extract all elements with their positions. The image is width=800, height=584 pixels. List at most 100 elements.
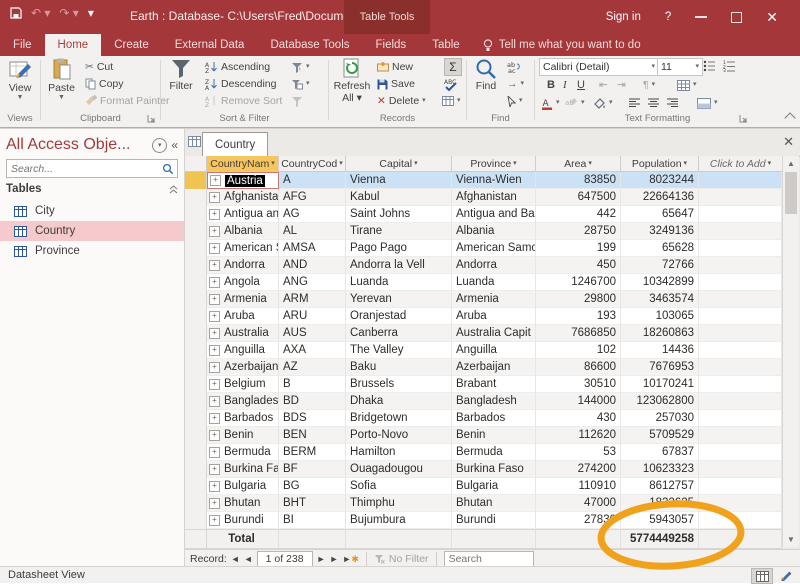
cell-code[interactable]: AUS (279, 325, 346, 342)
scrollbar-thumb[interactable] (785, 172, 797, 214)
cell-area[interactable]: 647500 (536, 189, 621, 206)
column-header-capital[interactable]: Capital▾ (346, 156, 452, 172)
cell-code[interactable]: AZ (279, 359, 346, 376)
record-selector[interactable] (185, 359, 207, 376)
cell-country-name[interactable]: +Andorra (207, 257, 279, 274)
cell-country-name[interactable]: +Bhutan (207, 495, 279, 512)
cell-code[interactable]: ARM (279, 291, 346, 308)
cell-area[interactable]: 110910 (536, 478, 621, 495)
record-selector[interactable] (185, 410, 207, 427)
cell-country-name[interactable]: +Anguilla (207, 342, 279, 359)
qat-customize-icon[interactable]: ▾ (88, 7, 94, 19)
close-button[interactable]: ✕ (754, 0, 790, 34)
cell-add[interactable] (699, 240, 782, 257)
record-selector[interactable] (185, 189, 207, 206)
cell-province[interactable]: Afghanistan (452, 189, 536, 206)
totals-button[interactable]: Σ (444, 58, 462, 76)
select-button[interactable]: ▾ (507, 93, 523, 109)
cell-province[interactable]: Burkina Faso (452, 461, 536, 478)
nav-search-input[interactable] (7, 163, 162, 175)
column-dropdown-icon[interactable]: ▾ (684, 161, 688, 167)
cell-capital[interactable]: Luanda (346, 274, 452, 291)
cell-add[interactable] (699, 342, 782, 359)
cell-add[interactable] (699, 359, 782, 376)
cell-capital[interactable]: Kabul (346, 189, 452, 206)
expand-subdatasheet-icon[interactable]: + (209, 464, 220, 475)
cell-add[interactable] (699, 478, 782, 495)
cell-population[interactable]: 65628 (621, 240, 699, 257)
cell-add[interactable] (699, 461, 782, 478)
cell-province[interactable]: Andorra (452, 257, 536, 274)
cell-country-name[interactable]: +Albania (207, 223, 279, 240)
expand-subdatasheet-icon[interactable]: + (209, 430, 220, 441)
cell-code[interactable]: AMSA (279, 240, 346, 257)
cell-province[interactable]: Burundi (452, 512, 536, 529)
italic-button[interactable]: I (561, 77, 569, 93)
cell-area[interactable]: 27830 (536, 512, 621, 529)
close-object-icon[interactable]: ✕ (783, 135, 794, 148)
expand-subdatasheet-icon[interactable]: + (209, 243, 220, 254)
cell-province[interactable]: Azerbaijan (452, 359, 536, 376)
cell-population[interactable]: 1822625 (621, 495, 699, 512)
cell-code[interactable]: BF (279, 461, 346, 478)
expand-subdatasheet-icon[interactable]: + (209, 481, 220, 492)
cell-code[interactable]: BG (279, 478, 346, 495)
cell-country-name[interactable]: +Benin (207, 427, 279, 444)
cell-country-name[interactable]: +Armenia (207, 291, 279, 308)
cell-area[interactable]: 1246700 (536, 274, 621, 291)
cell-province[interactable]: Armenia (452, 291, 536, 308)
cell-area[interactable]: 83850 (536, 172, 621, 189)
cell-population[interactable]: 7676953 (621, 359, 699, 376)
font-size-combo[interactable]: 11▾ (657, 58, 703, 76)
cell-province[interactable]: Bangladesh (452, 393, 536, 410)
column-header-province[interactable]: Province▾ (452, 156, 536, 172)
column-dropdown-icon[interactable]: ▾ (513, 161, 517, 167)
cell-add[interactable] (699, 410, 782, 427)
bullets-button[interactable] (703, 58, 716, 74)
vertical-scrollbar[interactable]: ▲ ▼ (782, 156, 799, 547)
align-center-button[interactable] (648, 95, 660, 111)
cell-country-name[interactable]: +Barbados (207, 410, 279, 427)
paste-button[interactable]: Paste ▼ (43, 58, 80, 101)
previous-record-icon[interactable]: ◄ (244, 554, 253, 564)
record-selector[interactable] (185, 325, 207, 342)
clipboard-dialog-launcher-icon[interactable] (147, 114, 156, 123)
column-header-area[interactable]: Area▾ (536, 156, 621, 172)
remove-sort-button[interactable]: AZ Remove Sort (205, 93, 282, 109)
cell-area[interactable]: 450 (536, 257, 621, 274)
cell-capital[interactable]: The Valley (346, 342, 452, 359)
cell-add[interactable] (699, 172, 782, 189)
shutter-bar-icon[interactable]: « (171, 138, 178, 152)
cell-population[interactable]: 67837 (621, 444, 699, 461)
record-selector[interactable] (185, 240, 207, 257)
first-record-icon[interactable]: ◄ (231, 554, 240, 564)
datasheet-view-button[interactable] (751, 568, 773, 584)
column-dropdown-icon[interactable]: ▾ (588, 161, 592, 167)
cell-country-name[interactable]: +Angola (207, 274, 279, 291)
tab-external-data[interactable]: External Data (162, 34, 258, 56)
cell-area[interactable]: 86600 (536, 359, 621, 376)
record-selector[interactable] (185, 223, 207, 240)
cell-population[interactable]: 3463574 (621, 291, 699, 308)
record-selector[interactable] (185, 274, 207, 291)
record-selector[interactable] (185, 495, 207, 512)
cell-population[interactable]: 3249136 (621, 223, 699, 240)
nav-pane-menu-icon[interactable]: ▾ (152, 138, 167, 153)
expand-subdatasheet-icon[interactable]: + (209, 311, 220, 322)
column-dropdown-icon[interactable]: ▾ (271, 161, 275, 167)
cell-add[interactable] (699, 308, 782, 325)
cell-code[interactable]: AFG (279, 189, 346, 206)
record-selector[interactable] (185, 461, 207, 478)
next-record-icon[interactable]: ► (317, 554, 326, 564)
cell-province[interactable]: Luanda (452, 274, 536, 291)
cell-add[interactable] (699, 291, 782, 308)
cell-capital[interactable]: Baku (346, 359, 452, 376)
cell-country-name[interactable]: +Bangladesh (207, 393, 279, 410)
expand-subdatasheet-icon[interactable]: + (209, 328, 220, 339)
cell-code[interactable]: BDS (279, 410, 346, 427)
more-records-button[interactable]: ▾ (442, 93, 461, 109)
save-record-button[interactable]: Save (377, 76, 415, 92)
help-button[interactable]: ? (653, 0, 683, 34)
cell-population[interactable]: 123062800 (621, 393, 699, 410)
record-selector[interactable] (185, 172, 207, 189)
